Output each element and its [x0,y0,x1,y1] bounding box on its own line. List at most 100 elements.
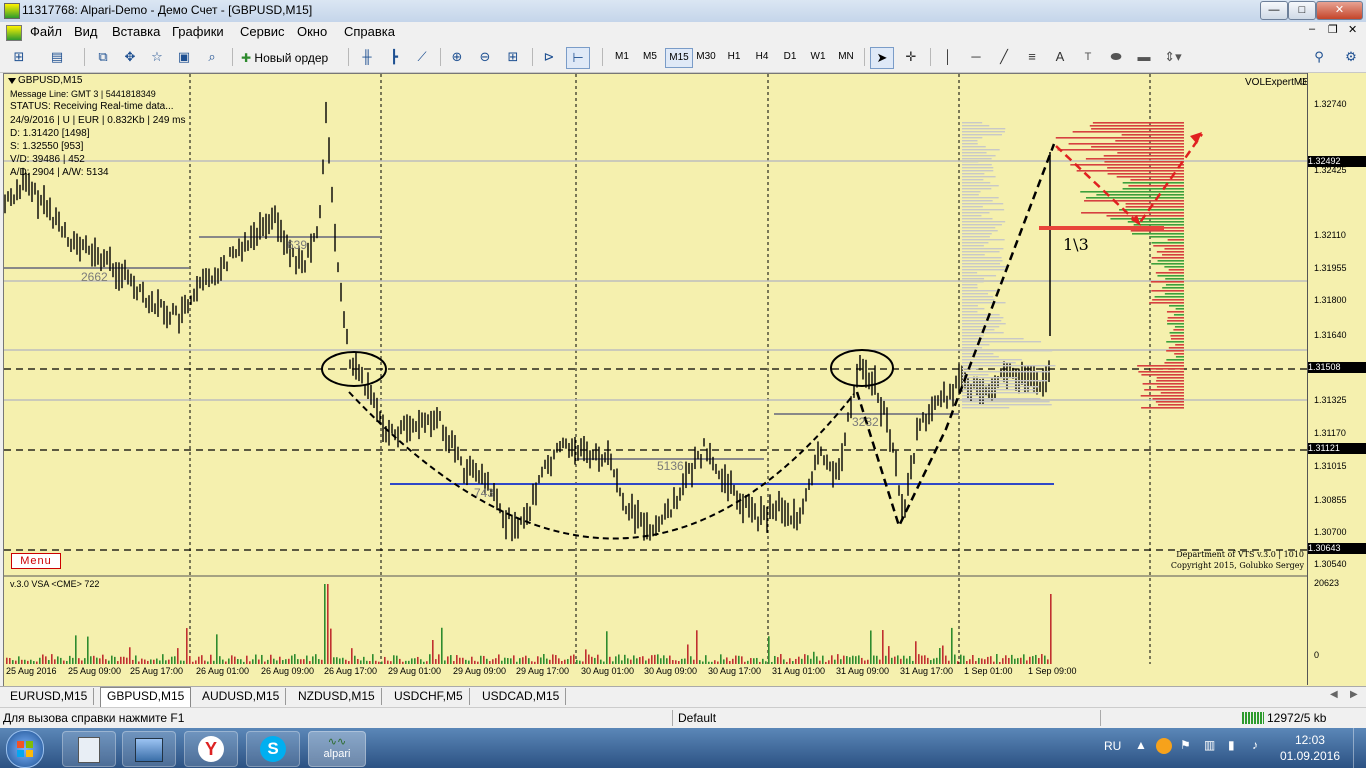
strategy-tester-icon[interactable]: ⌕ [201,47,223,67]
menu-file[interactable]: Файл [30,24,62,39]
rectangle-icon[interactable]: ▬ [1133,47,1155,67]
menu-insert[interactable]: Вставка [112,24,160,39]
volume-bar [372,654,374,664]
terminal-icon[interactable]: ▣ [173,47,195,67]
windows-start-icon[interactable] [6,730,44,768]
volume-bar [858,655,860,664]
volume-bar [777,657,779,664]
calculator-icon[interactable] [62,731,116,767]
mdi-minimize-button[interactable]: – [1309,23,1315,35]
navigator-icon[interactable]: ✥ [119,47,141,67]
volume-bar [459,657,461,664]
volume-bar [675,660,677,664]
data-window-icon[interactable]: ☆ [146,47,168,67]
channel-icon[interactable]: ≡ [1021,47,1043,67]
yandex-browser-icon[interactable]: Y [184,731,238,767]
profile-bar [1164,266,1184,268]
text-tool-icon[interactable]: A [1049,47,1071,67]
volume-bar [228,658,230,664]
timeframe-m5[interactable]: M5 [637,48,663,66]
profile-bar-gray [962,146,986,148]
menu-window[interactable]: Окно [297,24,327,39]
tile-windows-icon[interactable]: ⊞ [502,47,524,67]
time-label: 25 Aug 17:00 [130,666,184,676]
zoom-in-icon[interactable]: ⊕ [446,47,468,67]
clock[interactable]: 12:03 01.09.2016 [1280,732,1340,764]
text-label-icon[interactable]: T [1077,47,1099,67]
tray-volume-icon[interactable]: ♪ [1252,738,1258,752]
tray-app-icon[interactable] [1156,738,1172,754]
mdi-close-button[interactable]: ✕ [1348,23,1357,36]
new-order-button[interactable]: ✚ Новый ордер [240,47,329,69]
settings-icon[interactable]: ⚙ [1340,47,1362,67]
tab-usdchf[interactable]: USDCHF,M5 [388,688,470,705]
market-watch-icon[interactable]: ⧉ [92,47,114,67]
ellipse-icon[interactable]: ⬬ [1105,47,1127,67]
menu-help[interactable]: Справка [344,24,395,39]
tab-scroll-left-icon[interactable]: ◀ [1330,689,1338,700]
profile-bar-gray [962,236,990,238]
timeframe-m1[interactable]: M1 [609,48,635,66]
vertical-line-icon[interactable]: │ [937,47,959,67]
chart-window-icon[interactable] [6,25,22,41]
volume-bar [678,661,680,664]
show-desktop-button[interactable] [1353,728,1366,768]
language-indicator[interactable]: RU [1104,739,1121,753]
timeframe-mn[interactable]: MN [833,48,859,66]
autoscroll-icon[interactable]: ⊳ [538,47,560,67]
tab-audusd[interactable]: AUDUSD,M15 [196,688,287,705]
connection-icon[interactable] [1242,712,1264,724]
close-button[interactable]: ✕ [1316,1,1363,20]
explorer-icon[interactable] [122,731,176,767]
skype-icon[interactable]: S [246,731,300,767]
chart-window[interactable]: GBPUSD,M15 Message Line: GMT 3 | 5441818… [3,73,1366,687]
tab-eurusd[interactable]: EURUSD,M15 [4,688,95,705]
price-chart[interactable] [4,74,1308,686]
timeframe-m30[interactable]: M30 [693,48,719,66]
price-tick: 1.32740 [1314,99,1347,109]
menu-view[interactable]: Вид [74,24,98,39]
profile-bar-gray [962,371,1050,373]
tab-usdcad[interactable]: USDCAD,M15 [476,688,567,705]
bar-chart-icon[interactable]: ╫ [356,47,378,67]
timeframe-w1[interactable]: W1 [805,48,831,66]
crosshair-icon[interactable]: ✛ [900,47,922,67]
profiles-icon[interactable]: ▤ [46,47,68,67]
horizontal-line-icon[interactable]: ─ [965,47,987,67]
menu-charts[interactable]: Графики [172,24,224,39]
tray-network-icon[interactable]: ▥ [1204,738,1215,752]
volume-bar [795,658,797,664]
menu-button[interactable]: Menu [11,553,61,569]
new-chart-icon[interactable]: ⊞ [8,47,30,67]
profile-bar [1104,161,1184,163]
profile-bar-gray [962,344,990,346]
mdi-restore-button[interactable]: ❐ [1328,23,1338,36]
timeframe-m15[interactable]: M15 [665,48,693,68]
profile-bar-gray [962,308,985,310]
menu-tools[interactable]: Сервис [240,24,285,39]
tray-expand-icon[interactable]: ▲ [1135,738,1147,752]
tab-gbpusd[interactable]: GBPUSD,M15 [100,687,192,707]
arrows-icon[interactable]: ⇕▾ [1162,47,1184,67]
search-icon[interactable]: ⚲ [1308,47,1330,67]
tab-scroll-right-icon[interactable]: ▶ [1350,689,1358,700]
timeframe-h4[interactable]: H4 [749,48,775,66]
chart-shift-icon[interactable]: ⊢ [566,47,590,69]
volume-bar [108,660,110,664]
timeframe-h1[interactable]: H1 [721,48,747,66]
tab-nzdusd[interactable]: NZDUSD,M15 [292,688,382,705]
trendline-icon[interactable]: ╱ [993,47,1015,67]
candlestick-icon[interactable]: ┣ [383,47,405,67]
tray-signal-icon[interactable]: ▮ [1228,738,1235,752]
minimize-button[interactable]: — [1260,1,1288,20]
collapse-icon[interactable] [8,76,16,84]
timeframe-d1[interactable]: D1 [777,48,803,66]
zoom-out-icon[interactable]: ⊖ [474,47,496,67]
level-label-2662: 2662 [81,270,108,284]
cursor-icon[interactable]: ➤ [870,47,894,69]
tray-flag-icon[interactable]: ⚑ [1180,738,1191,752]
line-chart-icon[interactable]: ⟋ [411,47,433,67]
volume-bar [390,661,392,664]
maximize-button[interactable]: □ [1288,1,1316,20]
alpari-taskbar-button[interactable]: ∿∿ alpari [308,731,366,767]
